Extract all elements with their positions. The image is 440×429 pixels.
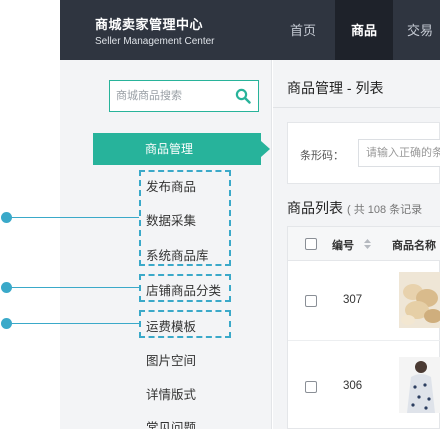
goods-thumbnail[interactable] bbox=[399, 272, 440, 328]
active-indicator-arrow bbox=[261, 141, 270, 157]
sidebar-item-faq[interactable]: 常见问题 bbox=[146, 417, 196, 429]
filter-panel: 条形码： 请输入正确的条 bbox=[287, 122, 440, 184]
highlight-box-group-1 bbox=[139, 170, 231, 266]
record-count: ( 共 108 条记录 bbox=[347, 204, 423, 216]
page-title: 商品管理 - 列表 bbox=[287, 80, 384, 96]
column-header-name[interactable]: 商品名称 bbox=[392, 237, 436, 253]
column-header-id[interactable]: 编号 bbox=[332, 237, 354, 253]
highlight-box-group-2 bbox=[139, 274, 231, 302]
brand-subtitle: Seller Management Center bbox=[95, 36, 215, 47]
clothing-image-icon bbox=[399, 357, 440, 413]
row-checkbox[interactable] bbox=[305, 295, 317, 307]
callout-line-2 bbox=[6, 287, 139, 288]
goods-thumbnail[interactable] bbox=[399, 357, 440, 413]
sidebar-item-detail-layout[interactable]: 详情版式 bbox=[146, 384, 196, 403]
table-header: 编号 商品名称 bbox=[288, 227, 440, 261]
nav-tab-home[interactable]: 首页 bbox=[278, 0, 328, 60]
sidebar-item-goods-management[interactable]: 商品管理 bbox=[93, 133, 261, 165]
callout-line-1 bbox=[6, 217, 139, 218]
goods-id: 307 bbox=[343, 294, 363, 306]
goods-search-input[interactable] bbox=[110, 81, 230, 111]
barcode-label: 条形码： bbox=[300, 150, 344, 162]
goods-id: 306 bbox=[343, 380, 363, 392]
sidebar-item-image-space[interactable]: 图片空间 bbox=[146, 350, 196, 369]
sort-icon[interactable] bbox=[364, 239, 371, 249]
nav-tab-trade[interactable]: 交易 bbox=[400, 0, 440, 60]
goods-search-box bbox=[109, 80, 259, 112]
select-all-checkbox[interactable] bbox=[305, 238, 317, 250]
highlight-box-group-3 bbox=[139, 310, 231, 338]
top-header: 商城卖家管理中心 Seller Management Center 首页 商品 … bbox=[60, 0, 440, 60]
list-title: 商品列表 bbox=[287, 200, 343, 216]
nav-tab-goods[interactable]: 商品 bbox=[335, 0, 393, 60]
food-image-icon bbox=[399, 272, 440, 328]
barcode-input[interactable]: 请输入正确的条 bbox=[358, 139, 440, 167]
callout-line-3 bbox=[6, 323, 139, 324]
goods-table: 编号 商品名称 307 306 bbox=[287, 226, 440, 429]
search-icon[interactable] bbox=[235, 88, 251, 104]
row-checkbox[interactable] bbox=[305, 381, 317, 393]
main-content: 商品管理 - 列表 条形码： 请输入正确的条 商品列表 ( 共 108 条记录 编… bbox=[273, 60, 440, 429]
brand-title: 商城卖家管理中心 bbox=[95, 17, 204, 32]
divider bbox=[273, 107, 440, 108]
table-row: 307 bbox=[288, 261, 440, 341]
list-heading: 商品列表 ( 共 108 条记录 bbox=[287, 198, 422, 218]
table-row: 306 bbox=[288, 341, 440, 429]
brand[interactable]: 商城卖家管理中心 Seller Management Center bbox=[95, 14, 215, 47]
